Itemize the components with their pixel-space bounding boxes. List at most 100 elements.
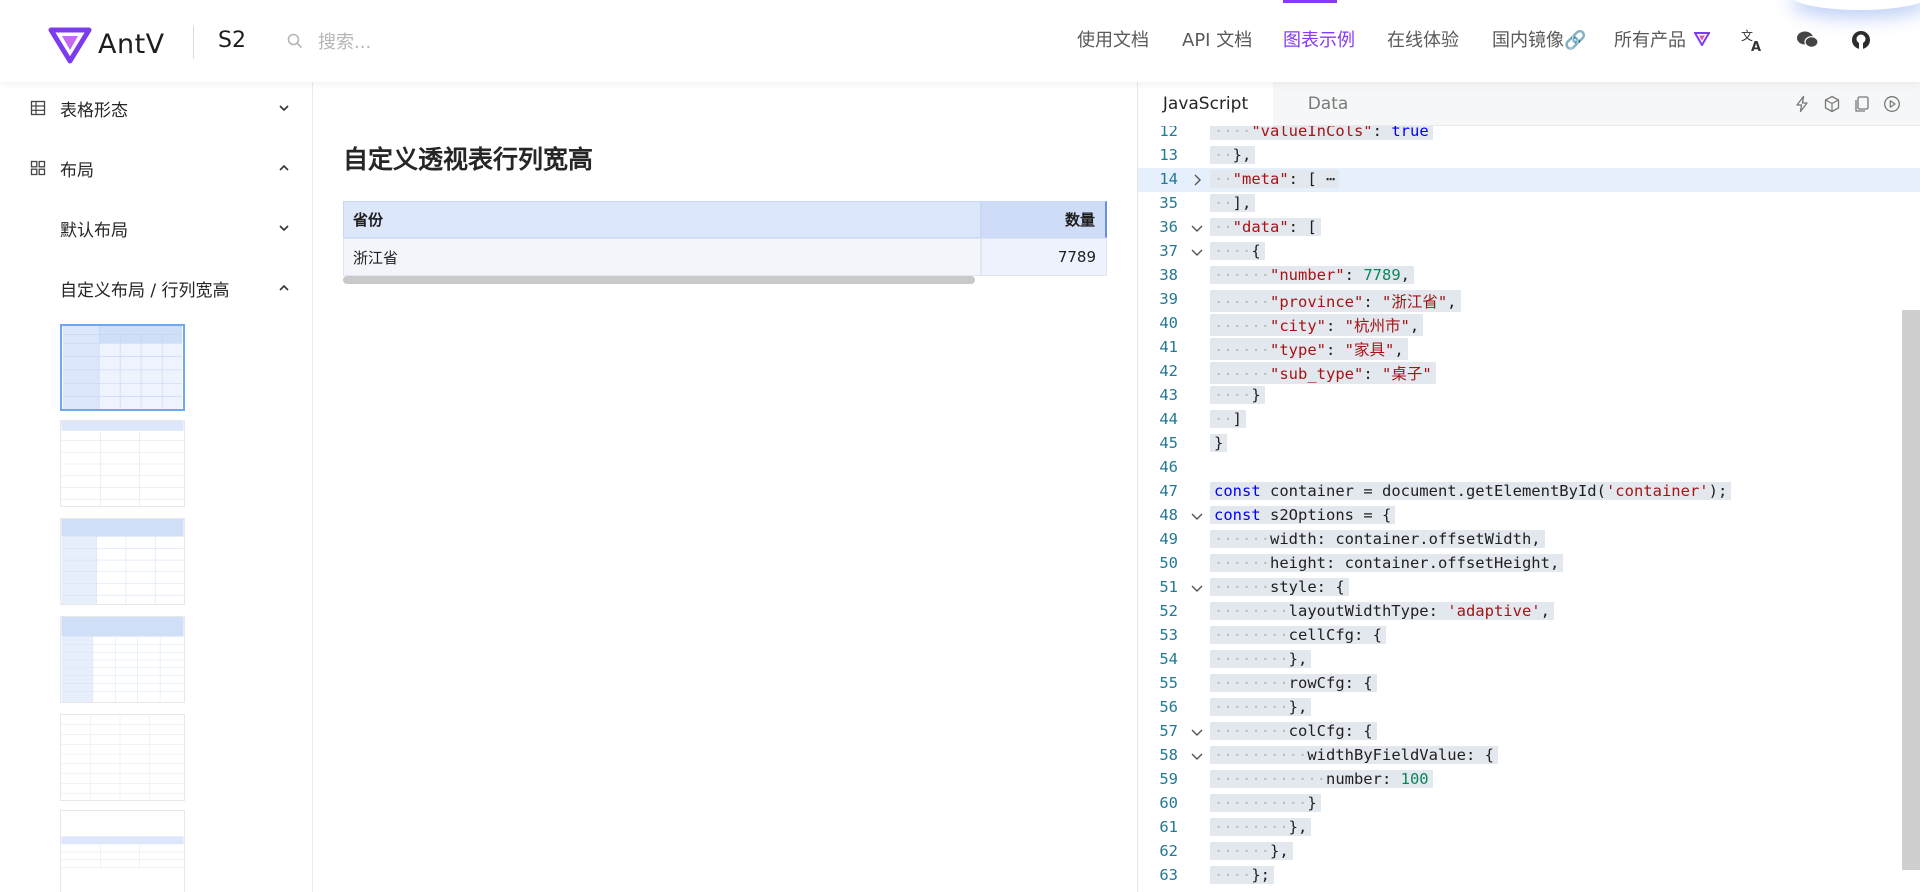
code-line[interactable]: 41 ······"type": "家具", <box>1138 336 1920 360</box>
code-line[interactable]: 46 <box>1138 456 1920 480</box>
sidebar-item-default-layout[interactable]: 默认布局 <box>0 208 312 248</box>
tab-javascript[interactable]: JavaScript <box>1138 82 1273 126</box>
line-number: 53 <box>1159 626 1178 644</box>
code-line[interactable]: 60 ··········} <box>1138 792 1920 816</box>
line-number: 36 <box>1159 218 1178 236</box>
code-line[interactable]: 61 ········}, <box>1138 816 1920 840</box>
example-thumbnail[interactable] <box>60 616 185 703</box>
wechat-icon[interactable] <box>1795 27 1821 53</box>
line-number: 62 <box>1159 842 1178 860</box>
code-line[interactable]: 63 ····}; <box>1138 864 1920 888</box>
code-line[interactable]: 42 ······"sub_type": "桌子" <box>1138 360 1920 384</box>
nav-mirror[interactable]: 国内镜像🔗 <box>1492 26 1586 52</box>
code-line[interactable]: 62 ······}, <box>1138 840 1920 864</box>
row-cell-province[interactable]: 浙江省 <box>343 238 981 276</box>
thumbnail-preview <box>61 421 184 506</box>
code-line[interactable]: 48 const s2Options = { <box>1138 504 1920 528</box>
code-line[interactable]: 40 ······"city": "杭州市", <box>1138 312 1920 336</box>
example-thumbnail[interactable] <box>60 810 185 892</box>
header-cell-province[interactable]: 省份 <box>343 201 981 238</box>
nav-examples[interactable]: 图表示例 <box>1283 26 1355 52</box>
fold-collapse-icon[interactable] <box>1190 725 1204 739</box>
code-text: ········layoutWidthType: 'adaptive', <box>1210 602 1554 620</box>
logo-divider <box>193 26 194 58</box>
nav-docs[interactable]: 使用文档 <box>1077 26 1149 52</box>
code-line[interactable]: 56 ········}, <box>1138 696 1920 720</box>
code-line[interactable]: 52 ········layoutWidthType: 'adaptive', <box>1138 600 1920 624</box>
fold-collapse-icon[interactable] <box>1190 221 1204 235</box>
line-number: 60 <box>1159 794 1178 812</box>
nav-all-products[interactable]: 所有产品 <box>1614 26 1711 52</box>
sidebar-item-custom-layout[interactable]: 自定义布局 / 行列宽高 <box>0 268 312 308</box>
tab-data[interactable]: Data <box>1273 82 1383 126</box>
example-thumbnail[interactable] <box>60 324 185 411</box>
code-text: ······height: container.offsetHeight, <box>1210 554 1564 572</box>
code-panel: JavaScript Data 12 ····"valueInCols": tru… <box>1137 82 1920 892</box>
line-number: 38 <box>1159 266 1178 284</box>
horizontal-scrollbar[interactable] <box>343 276 975 284</box>
line-number: 59 <box>1159 770 1178 788</box>
search-box[interactable]: 搜索... <box>286 28 371 54</box>
fold-collapse-icon[interactable] <box>1190 581 1204 595</box>
fold-collapse-icon[interactable] <box>1190 509 1204 523</box>
nav-playground[interactable]: 在线体验 <box>1387 26 1459 52</box>
code-line[interactable]: 54 ········}, <box>1138 648 1920 672</box>
code-text: ··"data": [ <box>1210 218 1321 236</box>
code-line[interactable]: 45} <box>1138 432 1920 456</box>
code-line[interactable]: 38 ······"number": 7789, <box>1138 264 1920 288</box>
code-line[interactable]: 36 ··"data": [ <box>1138 216 1920 240</box>
code-text: ······"city": "杭州市", <box>1210 314 1424 336</box>
code-text: ········}, <box>1210 650 1312 668</box>
translate-icon[interactable]: 文 A <box>1740 27 1766 53</box>
play-icon[interactable] <box>1883 95 1901 113</box>
code-line[interactable]: 37 ····{ <box>1138 240 1920 264</box>
example-thumbnail[interactable] <box>60 714 185 801</box>
code-line[interactable]: 13 ··}, <box>1138 144 1920 168</box>
sidebar: 表格形态 布局 默认布局 自定义布局 / 行列宽高 <box>0 82 313 892</box>
code-line[interactable]: 12 ····"valueInCols": true <box>1138 126 1920 144</box>
code-line[interactable]: 57 ········colCfg: { <box>1138 720 1920 744</box>
code-text: ······"type": "家具", <box>1210 338 1408 360</box>
code-line[interactable]: 53 ········cellCfg: { <box>1138 624 1920 648</box>
fold-collapse-icon[interactable] <box>1190 749 1204 763</box>
top-header: AntV S2 搜索... 使用文档 API 文档 图表示例 在线体验 国内镜像… <box>0 0 1920 82</box>
product-name[interactable]: S2 <box>218 28 246 53</box>
code-editor[interactable]: 12 ····"valueInCols": true 13 ··}, 14 ··"meta… <box>1138 126 1920 892</box>
antv-logo[interactable]: AntV <box>48 24 165 64</box>
code-line[interactable]: 49 ······width: container.offsetWidth, <box>1138 528 1920 552</box>
code-text: ········}, <box>1210 698 1312 716</box>
nav-active-indicator <box>1283 0 1337 3</box>
example-thumbnail[interactable] <box>60 420 185 507</box>
code-line[interactable]: 35 ··], <box>1138 192 1920 216</box>
thumbnail-preview <box>61 715 184 800</box>
codesandbox-icon[interactable] <box>1823 95 1841 113</box>
code-line[interactable]: 59 ············number: 100 <box>1138 768 1920 792</box>
code-line[interactable]: 51 ······style: { <box>1138 576 1920 600</box>
github-icon[interactable] <box>1848 27 1874 53</box>
fold-expand-icon[interactable] <box>1190 173 1204 187</box>
code-line[interactable]: 47 const container = document.getElementB… <box>1138 480 1920 504</box>
nav-api[interactable]: API 文档 <box>1182 26 1252 52</box>
code-line[interactable]: 64 <box>1138 888 1920 892</box>
code-line[interactable]: 39 ······"province": "浙江省", <box>1138 288 1920 312</box>
code-line[interactable]: 50 ······height: container.offsetHeight, <box>1138 552 1920 576</box>
chevron-up-icon <box>279 164 289 171</box>
line-number: 52 <box>1159 602 1178 620</box>
vertical-scrollbar[interactable] <box>1902 310 1920 870</box>
sidebar-item-layout[interactable]: 布局 <box>0 148 312 188</box>
thumbnail-preview <box>61 519 184 604</box>
code-line[interactable]: 44 ··] <box>1138 408 1920 432</box>
code-line[interactable]: 58 ··········widthByFieldValue: { <box>1138 744 1920 768</box>
fold-collapse-icon[interactable] <box>1190 245 1204 259</box>
copy-icon[interactable] <box>1853 95 1871 113</box>
code-line[interactable]: 43 ····} <box>1138 384 1920 408</box>
sidebar-item-table-forms[interactable]: 表格形态 <box>0 88 312 128</box>
line-number: 50 <box>1159 554 1178 572</box>
lightning-icon[interactable] <box>1793 95 1811 113</box>
code-line[interactable]: 55 ········rowCfg: { <box>1138 672 1920 696</box>
data-cell-count[interactable]: 7789 <box>981 238 1107 276</box>
header-cell-count[interactable]: 数量 <box>981 201 1107 238</box>
example-thumbnail[interactable] <box>60 518 185 605</box>
code-line[interactable]: 14 ··"meta": [ ⋯ <box>1138 168 1920 192</box>
layout-icon <box>30 160 46 176</box>
